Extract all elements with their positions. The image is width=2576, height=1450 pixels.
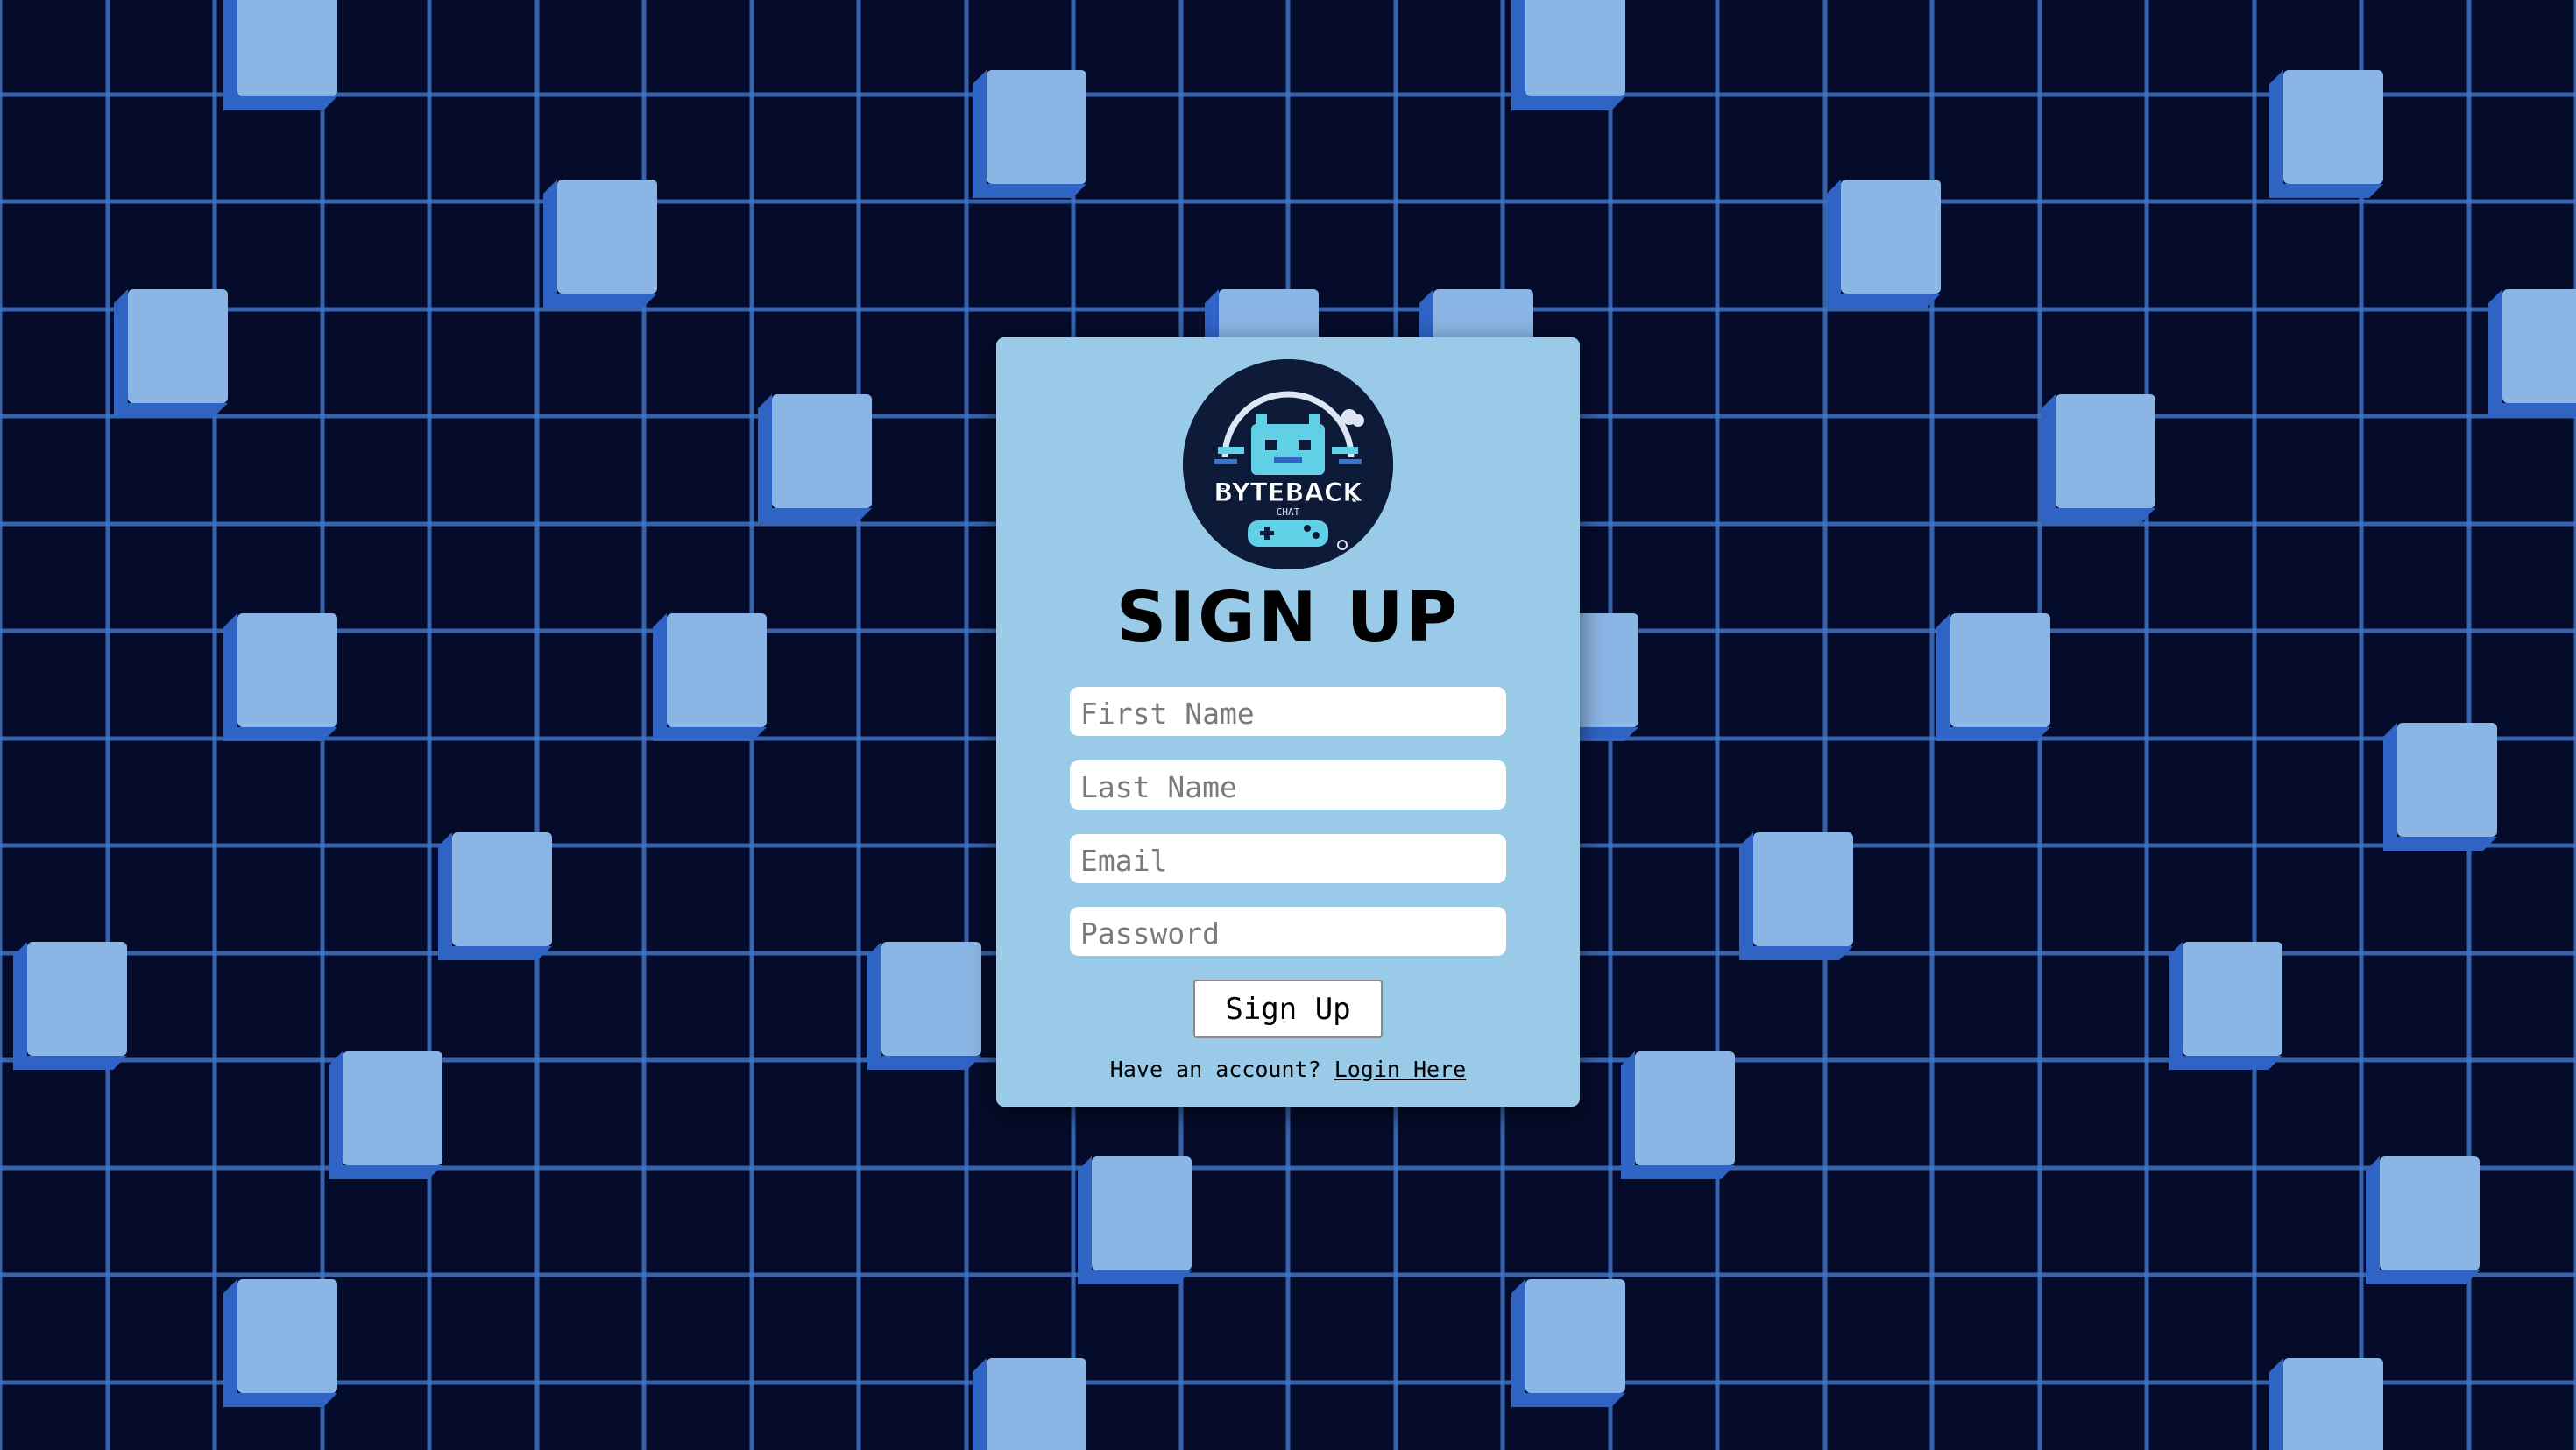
background-cube: [973, 1358, 1086, 1450]
logo-subtext: CHAT: [1277, 506, 1300, 518]
email-input[interactable]: [1070, 834, 1506, 883]
login-prompt: Have an account? Login Here: [996, 1057, 1580, 1082]
background-cube: [438, 832, 552, 960]
background-cube: [2269, 1358, 2383, 1450]
background-cube: [653, 613, 767, 741]
sign-up-button[interactable]: Sign Up: [1193, 980, 1383, 1038]
background-cube: [114, 289, 228, 417]
background-cube: [2269, 70, 2383, 198]
last-name-input[interactable]: [1070, 760, 1506, 810]
background-cube: [1511, 1279, 1625, 1407]
background-cube: [223, 613, 337, 741]
page-title: SIGN UP: [1115, 576, 1461, 658]
background-cube: [223, 0, 337, 110]
background-cube: [543, 180, 657, 308]
background-cube: [2383, 723, 2497, 851]
password-input[interactable]: [1070, 907, 1506, 956]
logo-text: BYTEBACK: [1214, 477, 1363, 507]
background-cube: [758, 394, 872, 522]
signup-card: BYTEBACK CHAT SIGN UP Sign Up Have an ac…: [996, 337, 1580, 1107]
byteback-chat-logo: BYTEBACK CHAT: [1183, 359, 1393, 569]
have-account-text: Have an account?: [1109, 1057, 1321, 1082]
background-cube: [2042, 394, 2155, 522]
background-cube: [1078, 1156, 1192, 1284]
background-cube: [973, 70, 1086, 198]
background-cube: [329, 1051, 442, 1179]
background-cube: [13, 942, 127, 1070]
background-cube: [1621, 1051, 1735, 1179]
first-name-input[interactable]: [1070, 687, 1506, 736]
background-cube: [2488, 289, 2576, 417]
background-cube: [223, 1279, 337, 1407]
background-cube: [1827, 180, 1941, 308]
background-cube: [1936, 613, 2050, 741]
background-cube: [1739, 832, 1853, 960]
background-cube: [867, 942, 981, 1070]
background-cube: [2169, 942, 2282, 1070]
background-cube: [1511, 0, 1625, 110]
login-link[interactable]: Login Here: [1334, 1057, 1467, 1082]
background-cube: [2366, 1156, 2480, 1284]
